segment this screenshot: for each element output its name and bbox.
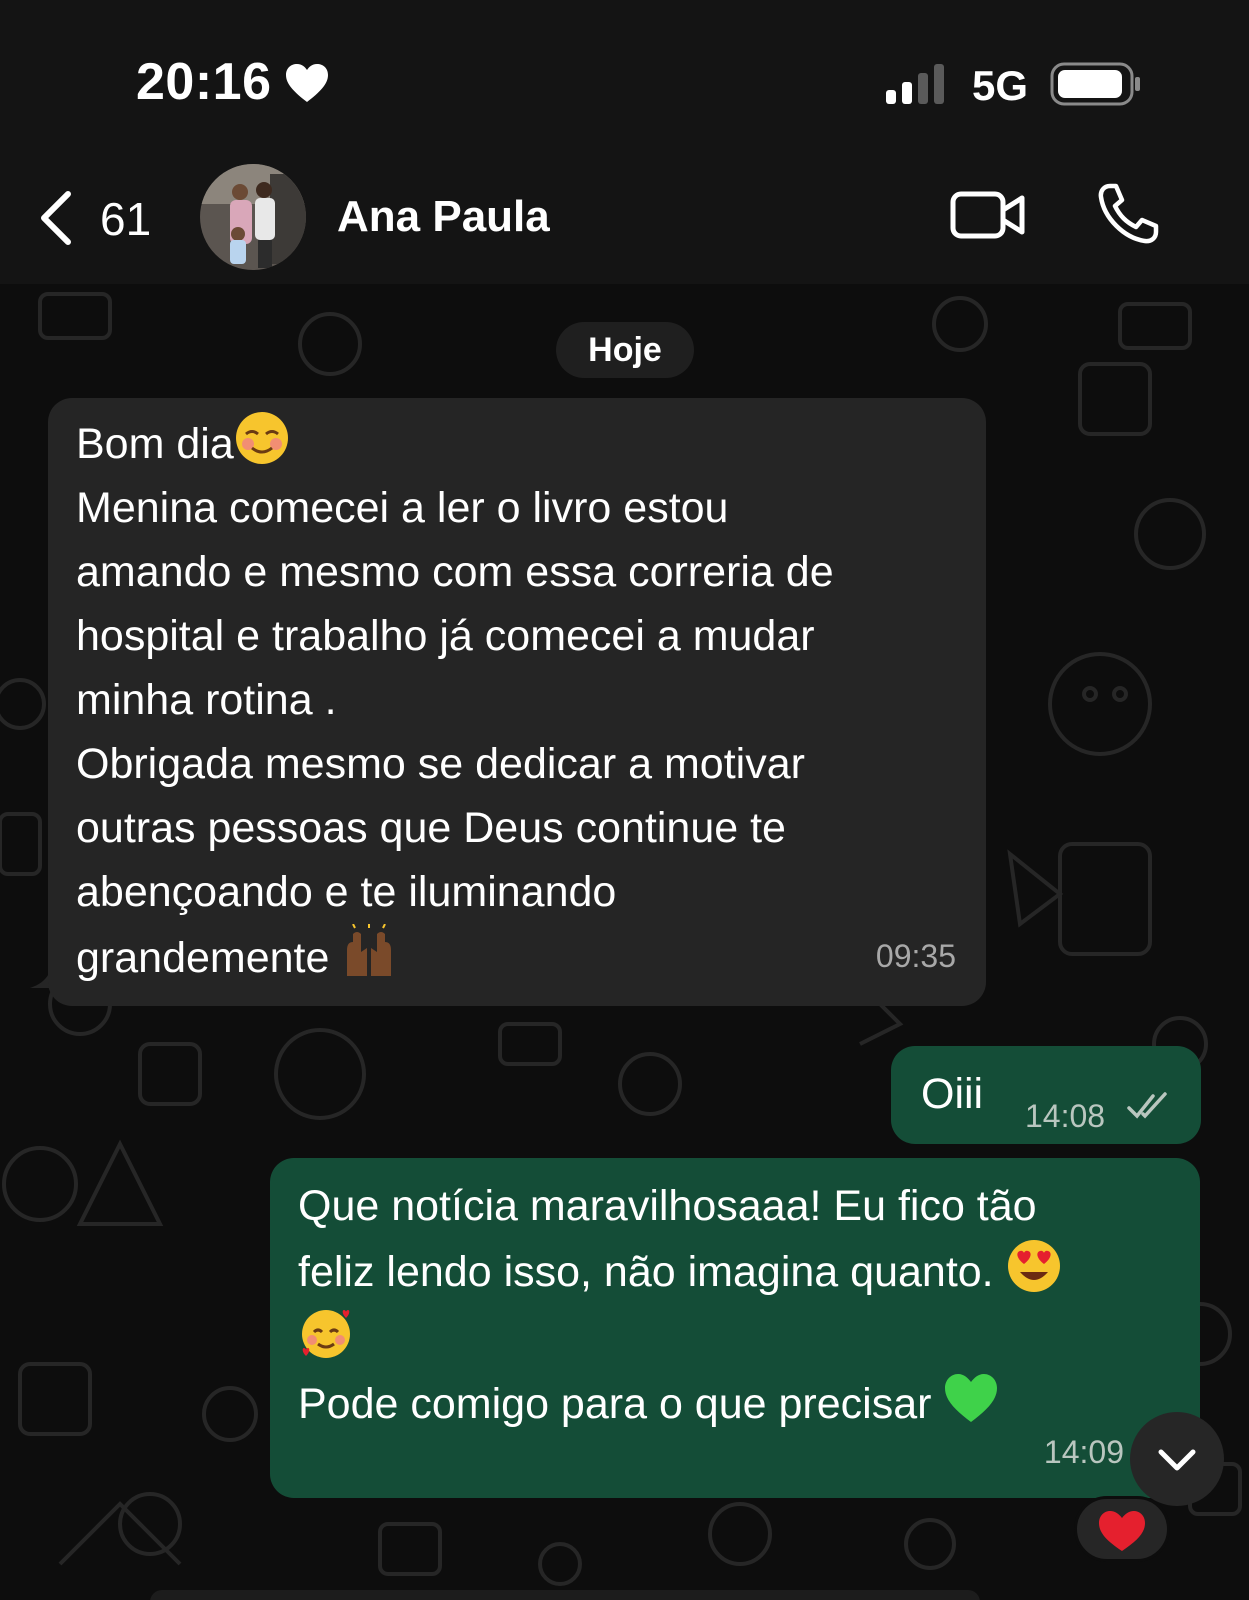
message-line: Que notícia maravilhosaaa! Eu fico tão [298,1182,1037,1230]
message-line: minha rotina . [76,676,337,724]
date-separator: Hoje [556,322,694,378]
composer-bar [150,1590,980,1600]
message-line: Pode comigo para o que precisar [298,1380,944,1428]
back-chevron-icon[interactable] [36,188,76,248]
double-check-icon [1127,1092,1167,1119]
message-line: Obrigada mesmo se dedicar a motivar [76,740,805,788]
message-line: feliz lendo isso, não imagina quanto. [298,1248,1006,1296]
heart-eyes-emoji [1007,1240,1060,1292]
message-line: Menina comecei a ler o livro estou [76,484,729,532]
red-heart-reaction-icon [1099,1511,1145,1551]
message-text: Que notícia maravilhosaaa! Eu fico tão f… [298,1174,1178,1436]
raised-hands-emoji [347,924,392,976]
green-heart-emoji [945,1374,998,1422]
chat-header: 61 Ana Paula [0,150,1249,284]
contact-name[interactable]: Ana Paula [337,192,550,242]
outgoing-message[interactable]: Oiii 14:08 [891,1046,1201,1144]
smiling-blush-emoji [235,412,288,464]
message-text: Oiii [921,1070,984,1118]
message-line: abençoando e te iluminando [76,868,617,916]
unread-count[interactable]: 61 [100,192,151,246]
message-time: 09:35 [875,938,956,974]
scroll-to-bottom-button[interactable] [1130,1412,1224,1506]
message-text: Bom dia Menina comecei a ler o livro est… [76,410,976,990]
message-line: outras pessoas que Deus continue te [76,804,786,852]
heart-icon [286,64,328,102]
status-bar: 20:16 5G [0,0,1249,150]
message-line: amando e mesmo com essa correria de [76,548,834,596]
smiling-face-with-hearts-emoji [302,1310,350,1358]
message-line: Bom dia [76,420,234,468]
incoming-message[interactable]: Bom dia Menina comecei a ler o livro est… [48,398,986,1006]
video-call-icon[interactable] [950,188,1026,242]
message-reaction[interactable] [1074,1496,1170,1562]
status-time: 20:16 [136,53,272,111]
message-time: 14:08 [1025,1098,1106,1134]
scroll-down-chevron-icon [1158,1449,1196,1471]
battery-icon [1050,62,1140,106]
message-line: hospital e trabalho já comecei a mudar [76,612,815,660]
phone-call-icon[interactable] [1096,182,1160,246]
signal-icon [886,64,944,104]
message-line: grandemente [76,934,342,982]
network-type: 5G [972,62,1029,109]
outgoing-message[interactable]: Que notícia maravilhosaaa! Eu fico tão f… [270,1158,1200,1498]
message-time: 14:09 [1043,1434,1124,1470]
chat-area[interactable]: Hoje Bom dia Menina comecei a ler o livr… [0,284,1249,1600]
avatar[interactable] [200,164,306,270]
